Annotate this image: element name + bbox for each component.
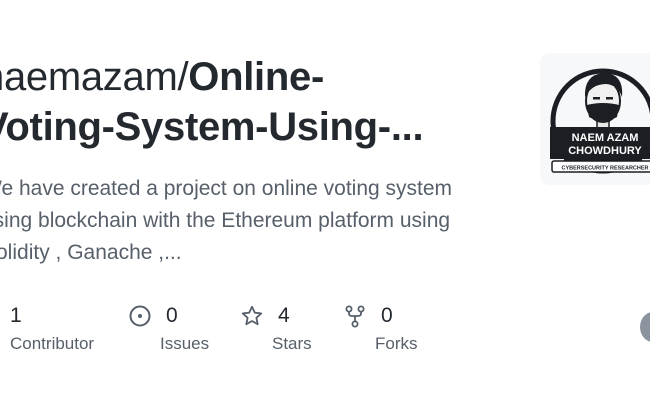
issues-count: 0: [166, 304, 178, 327]
repo-name-line1[interactable]: Online-: [188, 55, 324, 99]
repo-owner[interactable]: naemazam/: [0, 55, 189, 99]
stat-issues[interactable]: 0 Issues: [128, 300, 209, 354]
star-icon: [240, 304, 264, 328]
stat-contributors[interactable]: 1 Contributor: [10, 300, 94, 354]
repo-forked-icon: [343, 304, 367, 328]
description-line: using blockchain with the Ethereum platf…: [0, 209, 451, 232]
forks-label: Forks: [375, 334, 418, 353]
forks-count: 0: [381, 304, 393, 327]
avatar-illustration: NAEM AZAM CHOWDHURY CYBERSECURITY RESEAR…: [540, 53, 650, 185]
repo-title[interactable]: naemazam/Online- Voting-System-Using-...: [0, 52, 502, 152]
avatar-role: CYBERSECURITY RESEARCHER: [562, 166, 649, 172]
repo-stats: 1 Contributor 0 Issues 4 Stars 0 Forks: [0, 300, 640, 360]
description-line: Solidity , Ganache ,...: [0, 241, 182, 264]
description-line: We have created a project on online voti…: [0, 177, 453, 200]
issue-opened-icon: [128, 304, 152, 328]
contributors-count: 1: [10, 304, 22, 327]
repo-description: We have created a project on online voti…: [0, 173, 502, 269]
avatar-name-line2: CHOWDHURY: [568, 145, 642, 157]
stars-label: Stars: [272, 334, 312, 353]
stars-count: 4: [278, 304, 290, 327]
repo-social-card: naemazam/Online- Voting-System-Using-...…: [0, 0, 650, 400]
stat-stars[interactable]: 4 Stars: [240, 300, 312, 354]
issues-label: Issues: [160, 334, 210, 353]
stat-forks[interactable]: 0 Forks: [343, 300, 418, 354]
repo-name-line2[interactable]: Voting-System-Using-...: [0, 105, 424, 149]
owner-avatar[interactable]: NAEM AZAM CHOWDHURY CYBERSECURITY RESEAR…: [540, 53, 650, 185]
github-logo-icon: [640, 312, 650, 342]
contributors-label: Contributor: [10, 334, 95, 353]
avatar-name-line1: NAEM AZAM: [572, 132, 639, 144]
